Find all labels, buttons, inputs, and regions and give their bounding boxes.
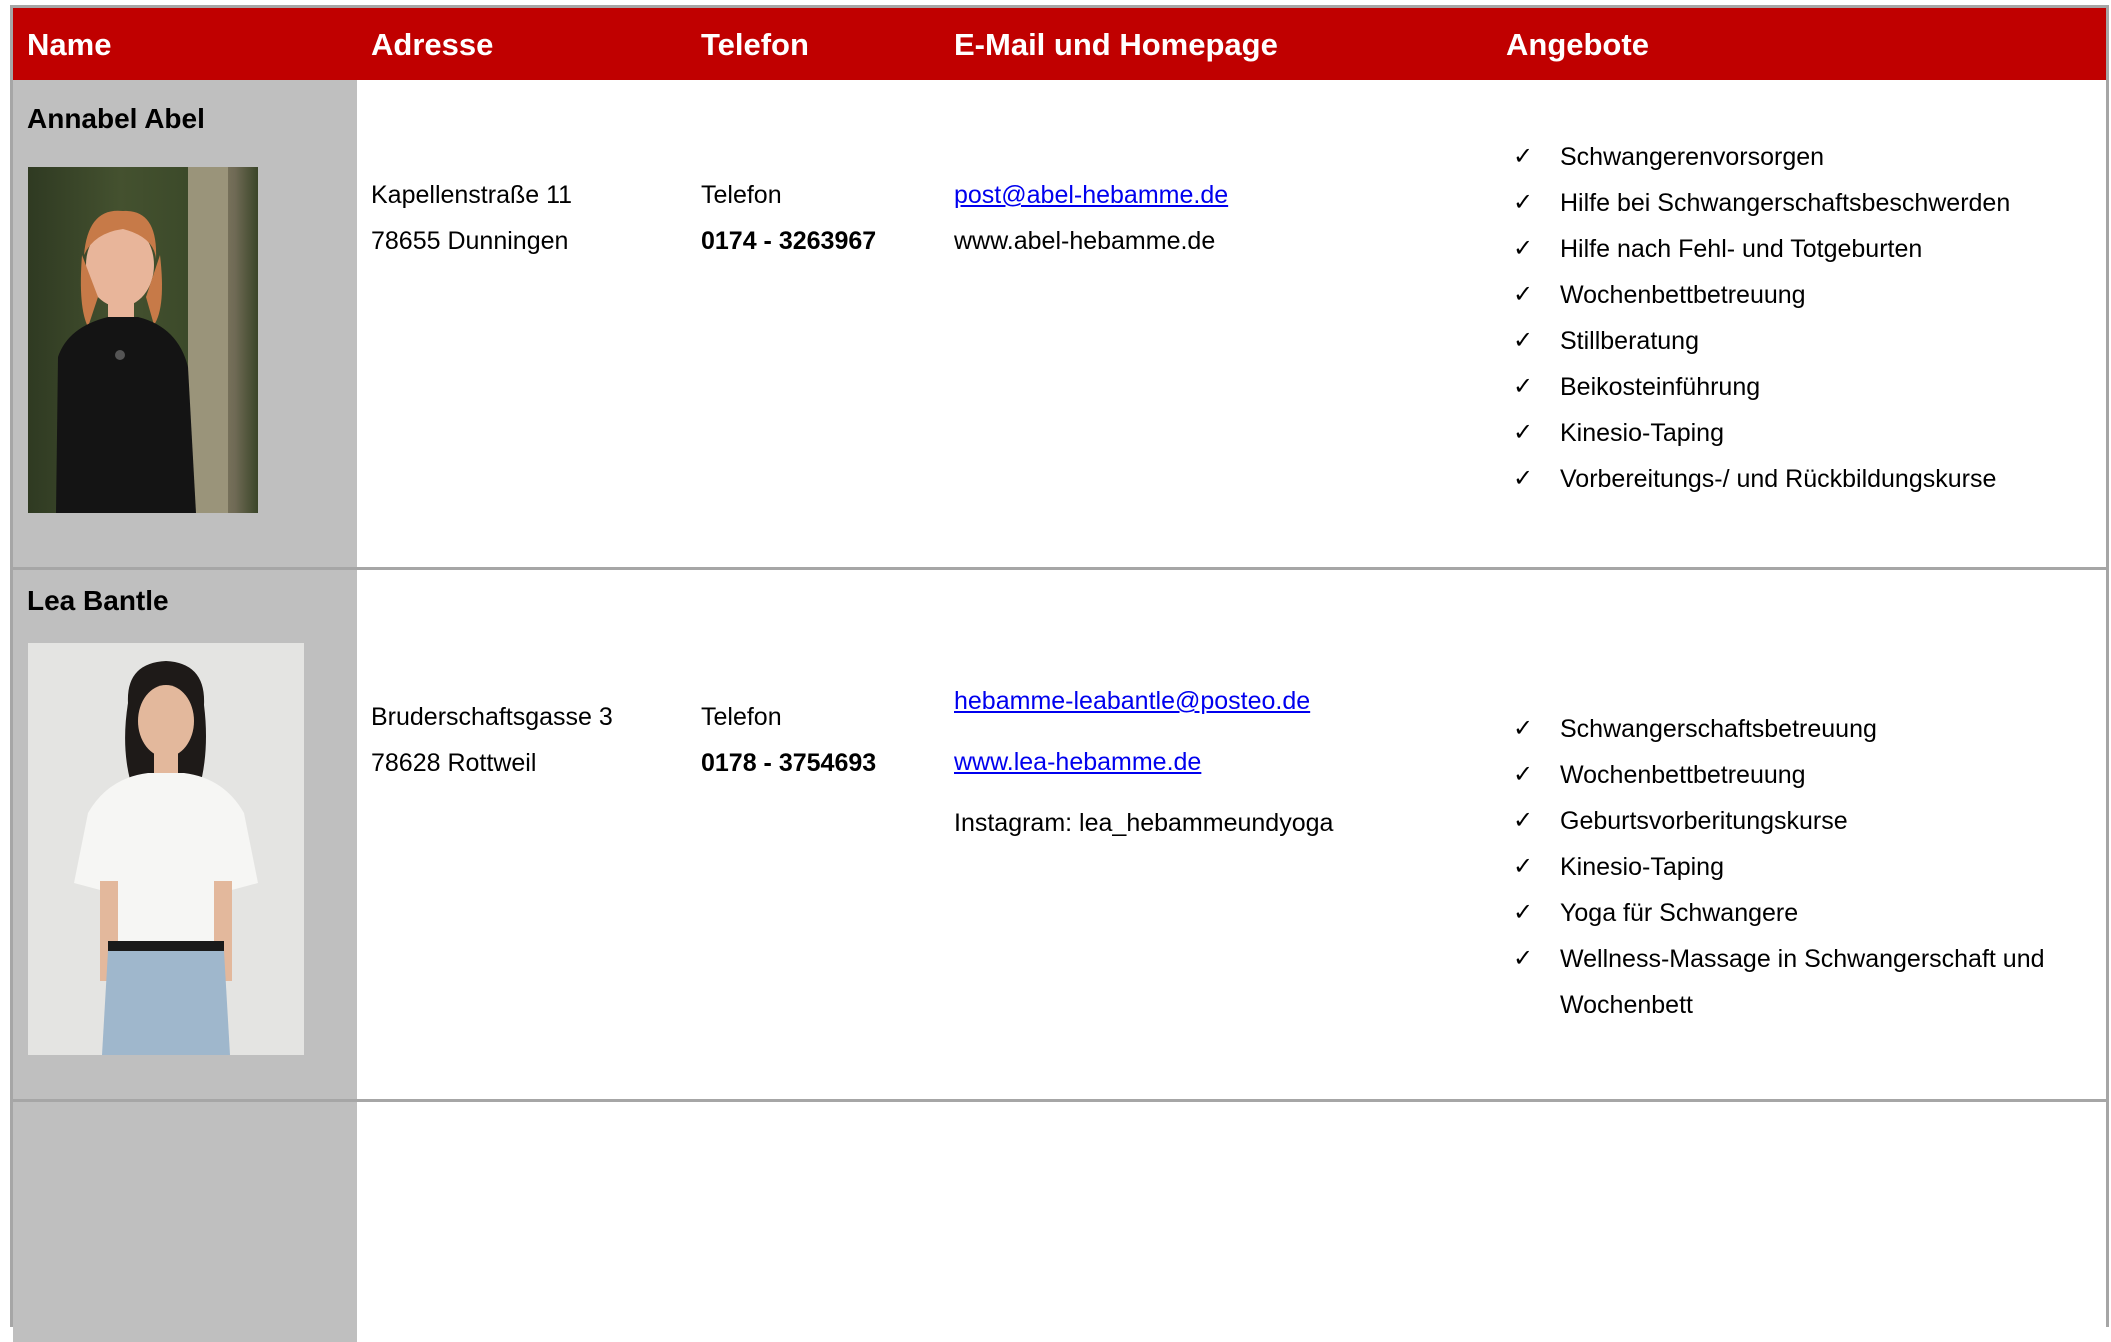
header-phone: Telefon (701, 27, 809, 62)
instagram-text: Instagram: lea_hebammeundyoga (954, 809, 1334, 837)
homepage-text: www.abel-hebamme.de (954, 227, 1216, 255)
offer-label: Hilfe nach Fehl- und Totgeburten (1560, 235, 1923, 263)
offer-label: Kinesio-Taping (1560, 419, 1724, 447)
list-item: ✓ Hilfe nach Fehl- und Totgeburten (1513, 226, 2111, 272)
list-item: ✓ Kinesio-Taping (1513, 844, 2111, 890)
list-item: ✓ Vorbereitungs-/ und Rückbildungskurse (1513, 456, 2111, 502)
address-street: Kapellenstraße 11 (371, 181, 573, 209)
email-link[interactable]: post@abel-hebamme.de (954, 181, 1228, 210)
list-item: ✓ Beikosteinführung (1513, 364, 2111, 410)
list-item: ✓ Hilfe bei Schwangerschaftsbeschwerden (1513, 180, 2111, 226)
checkmark-icon: ✓ (1513, 281, 1534, 308)
person-name: Lea Bantle (27, 585, 169, 616)
address-street: Bruderschaftsgasse 3 (371, 703, 613, 731)
list-item: ✓ Schwangerenvorsorgen (1513, 134, 2111, 180)
checkmark-icon: ✓ (1513, 465, 1534, 492)
table-row: Lea Bantle Bruderschaftsgasse 3 78628 Ro… (13, 570, 2106, 1102)
offer-label: Vorbereitungs-/ und Rückbildungskurse (1560, 465, 1997, 493)
name-cell: Annabel Abel (13, 80, 357, 567)
checkmark-icon: ✓ (1513, 419, 1534, 446)
offers-list: ✓ Schwangerenvorsorgen ✓ Hilfe bei Schwang… (1513, 134, 2111, 502)
list-item: ✓ Stillberatung (1513, 318, 2111, 364)
header-offers: Angebote (1506, 27, 1649, 62)
address-city: 78655 Dunningen (371, 227, 569, 255)
checkmark-icon: ✓ (1513, 143, 1534, 170)
offer-label: Wellness-Massage in Schwangerschaft und … (1560, 945, 2045, 1019)
offer-label: Schwangerschaftsbetreuung (1560, 715, 1877, 743)
person-name: Annabel Abel (27, 103, 205, 134)
header-address: Adresse (371, 27, 494, 62)
list-item: ✓ Kinesio-Taping (1513, 410, 2111, 456)
checkmark-icon: ✓ (1513, 853, 1534, 880)
checkmark-icon: ✓ (1513, 189, 1534, 216)
offer-label: Hilfe bei Schwangerschaftsbeschwerden (1560, 189, 2011, 217)
portrait-photo (28, 643, 304, 1055)
checkmark-icon: ✓ (1513, 761, 1534, 788)
list-item: ✓ Yoga für Schwangere (1513, 890, 2111, 936)
list-item: ✓ Wochenbettbetreuung (1513, 272, 2111, 318)
list-item: ✓ Schwangerschaftsbetreuung (1513, 706, 2111, 752)
phone-label: Telefon (701, 181, 782, 209)
name-cell (13, 1102, 357, 1342)
homepage-link[interactable]: www.lea-hebamme.de (954, 748, 1201, 777)
offer-label: Schwangerenvorsorgen (1560, 143, 1825, 171)
header-email-homepage: E-Mail und Homepage (954, 27, 1278, 62)
checkmark-icon: ✓ (1513, 327, 1534, 354)
portrait-photo-illustration (74, 661, 258, 1055)
checkmark-icon: ✓ (1513, 807, 1534, 834)
offer-label: Yoga für Schwangere (1560, 899, 1799, 927)
phone-number: 0174 - 3263967 (701, 227, 877, 255)
checkmark-icon: ✓ (1513, 235, 1534, 262)
email-link[interactable]: hebamme-leabantle@posteo.de (954, 687, 1310, 716)
offers-list: ✓ Schwangerschaftsbetreuung ✓ Wochenbettbe… (1513, 706, 2111, 1028)
offer-label: Beikosteinführung (1560, 373, 1761, 401)
checkmark-icon: ✓ (1513, 715, 1534, 742)
offer-label: Stillberatung (1560, 327, 1699, 355)
midwife-table: Name Adresse Telefon E-Mail und Homepage… (10, 5, 2109, 1342)
table-row: Annabel Abel Kapellenstraße 11 78655 Dun… (13, 80, 2106, 570)
phone-label: Telefon (701, 703, 782, 731)
offer-label: Wochenbettbetreuung (1560, 761, 1806, 789)
table-header: Name Adresse Telefon E-Mail und Homepage… (13, 8, 2106, 80)
portrait-photo (28, 167, 258, 513)
list-item: ✓ Geburtsvorberitungskurse (1513, 798, 2111, 844)
offer-label: Geburtsvorberitungskurse (1560, 807, 1848, 835)
table-row (13, 1102, 2106, 1342)
header-name: Name (27, 27, 112, 62)
checkmark-icon: ✓ (1513, 945, 1534, 972)
offer-label: Wochenbettbetreuung (1560, 281, 1806, 309)
name-cell: Lea Bantle (13, 570, 357, 1099)
address-city: 78628 Rottweil (371, 749, 537, 777)
list-item: ✓ Wellness-Massage in Schwangerschaft und… (1513, 936, 2111, 1028)
checkmark-icon: ✓ (1513, 373, 1534, 400)
offer-label: Kinesio-Taping (1560, 853, 1724, 881)
phone-number: 0178 - 3754693 (701, 749, 877, 777)
list-item: ✓ Wochenbettbetreuung (1513, 752, 2111, 798)
checkmark-icon: ✓ (1513, 899, 1534, 926)
portrait-photo-illustration (56, 167, 228, 513)
